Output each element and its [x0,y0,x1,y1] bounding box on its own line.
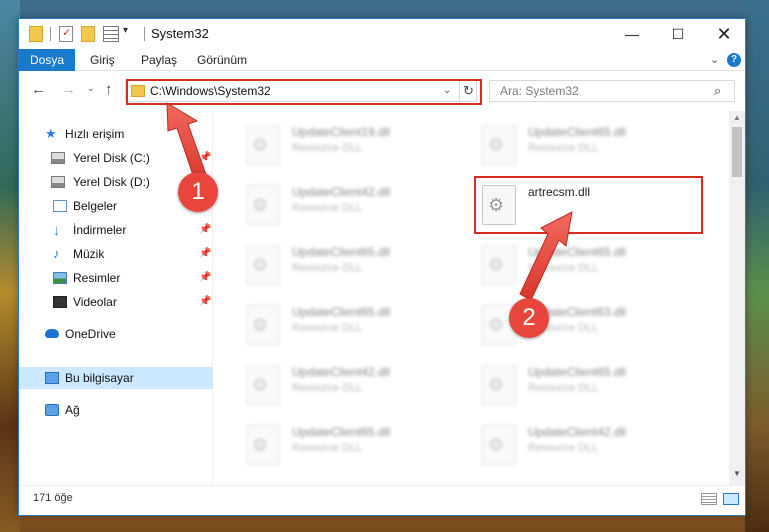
step-2-badge: 2 [509,298,549,338]
arrow-2 [519,211,573,301]
step-1-badge: 1 [178,172,218,212]
annotation-arrows [166,102,573,301]
